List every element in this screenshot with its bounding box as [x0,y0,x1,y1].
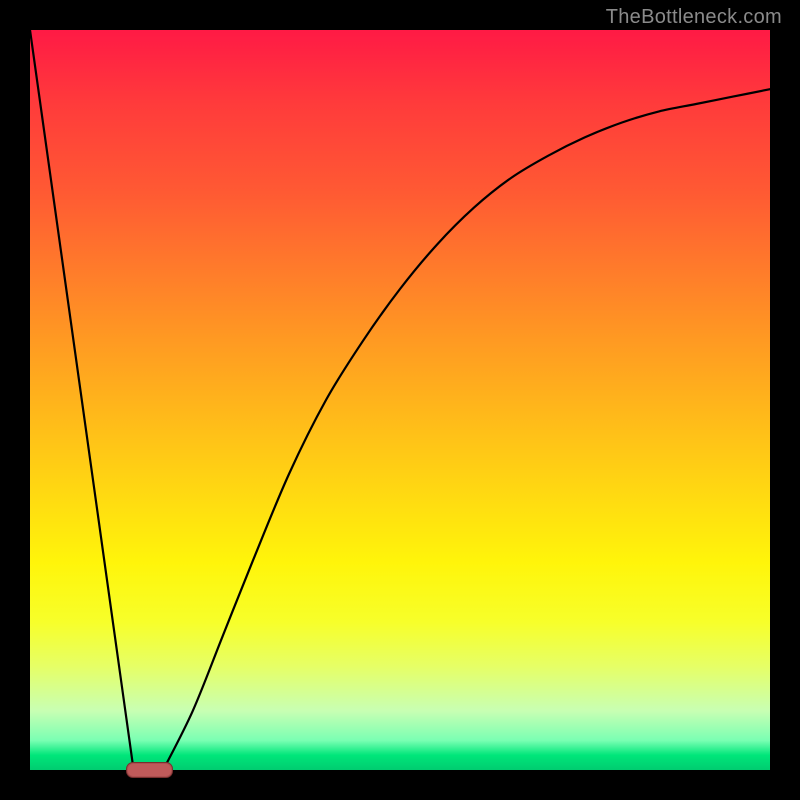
curve-left-branch [30,30,134,770]
watermark-text: TheBottleneck.com [606,6,782,29]
curve-svg [30,30,770,770]
plot-area [30,30,770,770]
optimum-marker [126,762,172,778]
curve-right-branch [163,89,770,770]
chart-container: TheBottleneck.com [0,0,800,800]
